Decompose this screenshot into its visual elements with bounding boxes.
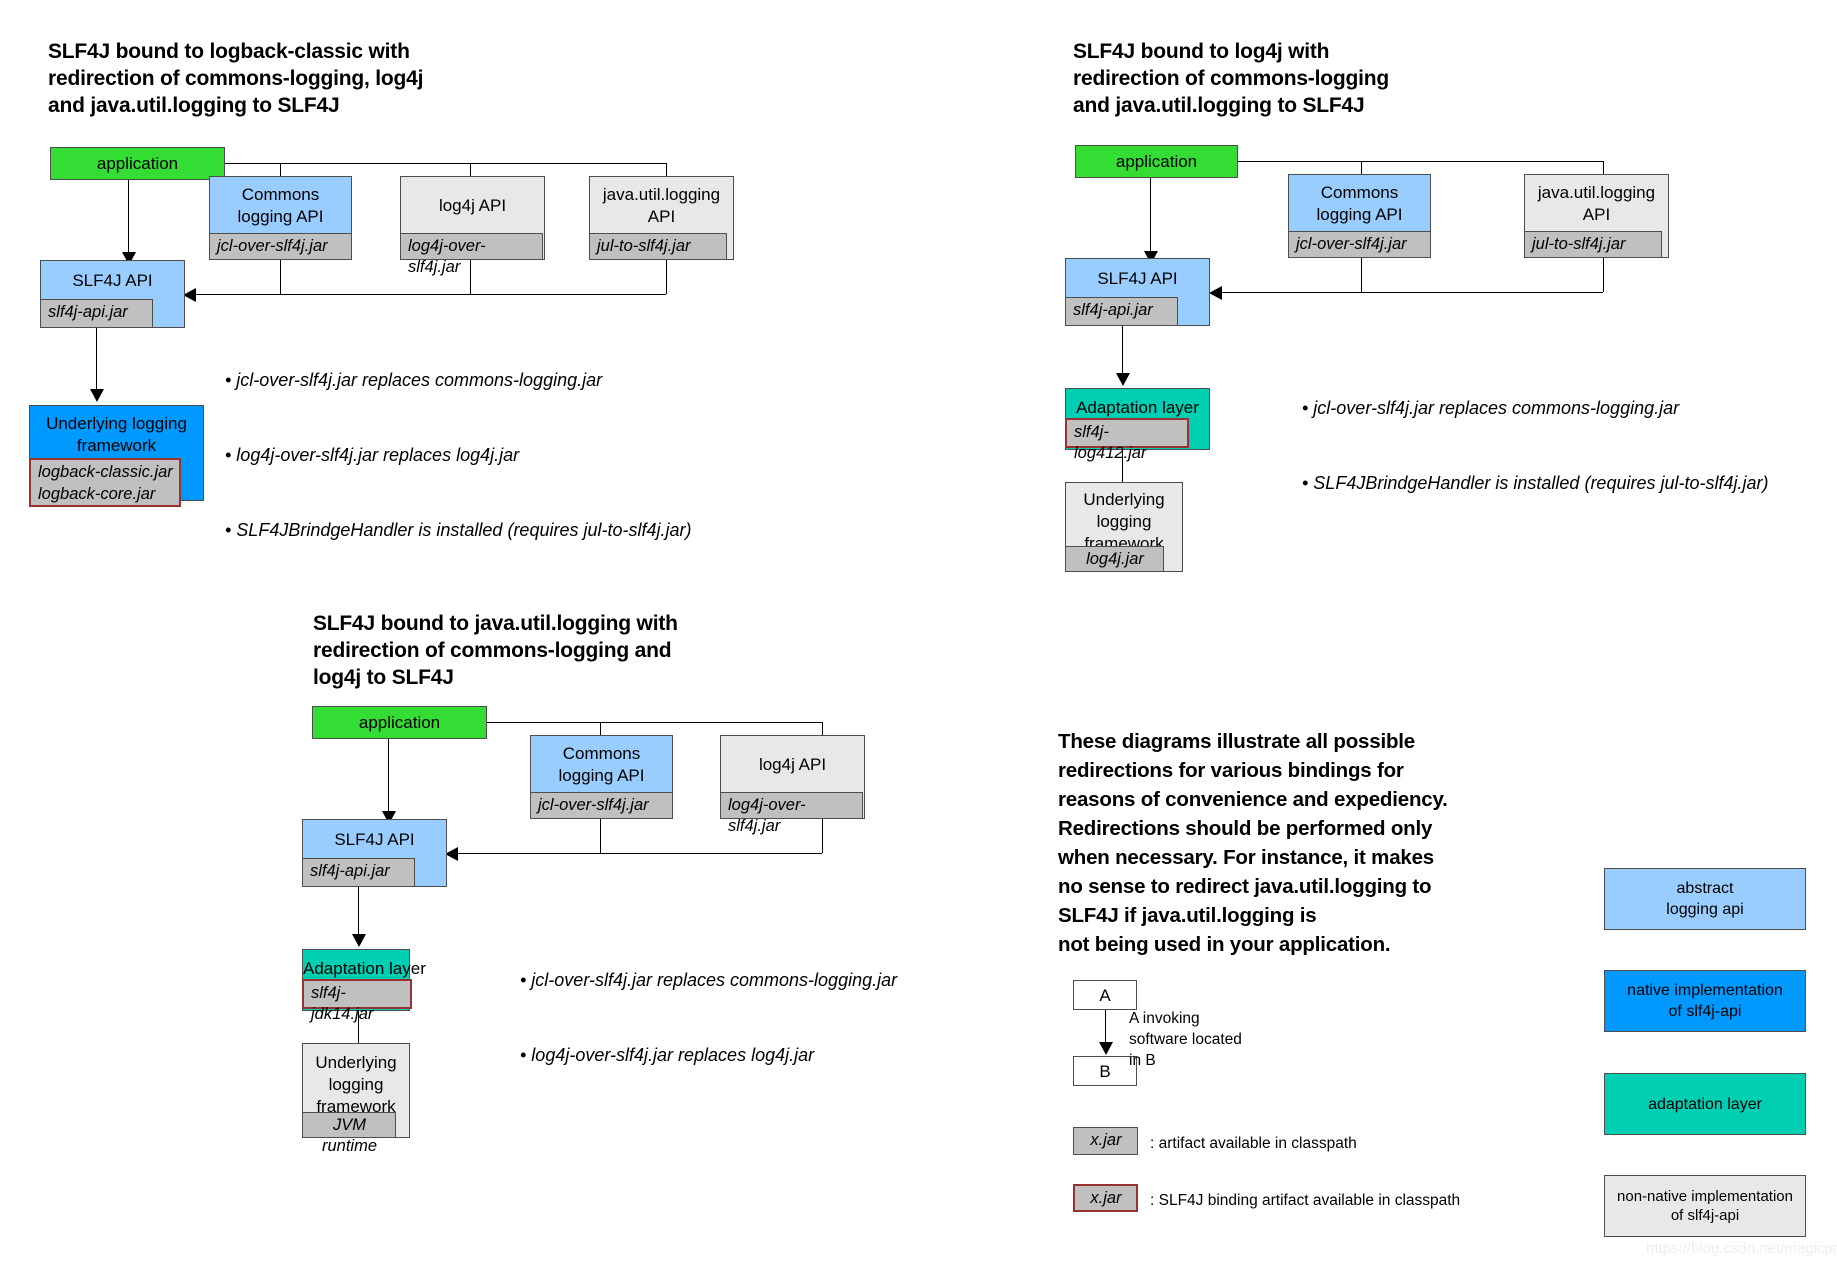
d3-arrow-api-to-adapt [352, 934, 366, 947]
d3-commons-label: Commons logging API [558, 744, 645, 785]
d3-underlying-jar: JVM runtime [302, 1112, 396, 1155]
d2-adaptation-jar: slf4j-log412.jar [1065, 418, 1189, 462]
d3-slf4japi-jar: slf4j-api.jar [302, 858, 415, 887]
diagram-canvas: SLF4J bound to logback-classic with redi… [0, 0, 1837, 1273]
legend-swatch-abstract-api-label: abstract logging api [1666, 880, 1744, 918]
d1-return-bus [196, 294, 666, 295]
d3-adaptation-label: Adaptation layer [303, 959, 426, 978]
d3-application-label: application [358, 713, 441, 732]
legend-swatch-native-impl: native implementation of slf4j-api [1604, 970, 1806, 1032]
d2-bullet-2: • SLF4JBrindgeHandler is installed (requ… [1302, 473, 1769, 493]
d2-commons-return-v [1361, 258, 1362, 292]
legend-box-a-label: A [1099, 986, 1111, 1005]
d1-commons-jar: jcl-over-slf4j.jar [209, 233, 352, 260]
legend-swatch-abstract-api: abstract logging api [1604, 868, 1806, 930]
d2-bullet-1: • jcl-over-slf4j.jar replaces commons-lo… [1302, 398, 1680, 418]
d3-slf4japi-label: SLF4J API [334, 830, 415, 849]
d2-arrow-api-to-adapt [1116, 373, 1130, 386]
legend-invoke-note: A invoking software located in B [1129, 1010, 1242, 1069]
d1-api-to-underlying-line [96, 328, 97, 389]
d2-jul-return-v [1603, 258, 1604, 292]
d3-bullet-1: • jcl-over-slf4j.jar replaces commons-lo… [520, 970, 898, 990]
diagram2-title: SLF4J bound to log4j with redirection of… [1073, 40, 1390, 117]
d2-application-node: application [1075, 145, 1238, 178]
legend-box-a: A [1073, 980, 1137, 1010]
legend-invoke-arrow [1099, 1042, 1113, 1055]
d1-slf4japi-jar: slf4j-api.jar [40, 299, 153, 328]
d1-bullets: • jcl-over-slf4j.jar replaces commons-lo… [225, 318, 692, 593]
legend-jar-plain: x.jar [1073, 1127, 1138, 1155]
d3-api-to-adapt-line [358, 887, 359, 934]
d3-log4japi-label: log4j API [758, 755, 827, 774]
d2-api-to-adapt-line [1122, 326, 1123, 373]
d3-application-node: application [312, 706, 487, 739]
legend-jar-binding-note: : SLF4J binding artifact available in cl… [1150, 1192, 1461, 1209]
legend-box-b-label: B [1099, 1062, 1111, 1081]
legend-invoke-line [1105, 1010, 1106, 1042]
legend-box-b: B [1073, 1056, 1137, 1086]
d1-arrow-api-to-underlying [90, 389, 104, 402]
d1-bullet-3: • SLF4JBrindgeHandler is installed (requ… [225, 520, 692, 540]
d2-arrow-into-api [1209, 286, 1222, 300]
legend-swatch-native-impl-label: native implementation of slf4j-api [1627, 982, 1783, 1020]
d1-bullet-1: • jcl-over-slf4j.jar replaces commons-lo… [225, 370, 603, 390]
d2-slf4japi-jar: slf4j-api.jar [1065, 297, 1178, 326]
d2-adaptation-label: Adaptation layer [1076, 398, 1199, 417]
d1-slf4japi-label: SLF4J API [72, 271, 153, 290]
d1-jul-return-v [666, 260, 667, 294]
d1-commons-label: Commons logging API [237, 185, 324, 226]
d3-log4j-return-v [822, 819, 823, 853]
d1-commons-return-v [280, 260, 281, 294]
d2-jul-jar: jul-to-slf4j.jar [1524, 231, 1662, 258]
d1-jul-jar: jul-to-slf4j.jar [589, 233, 727, 260]
d2-bullets: • jcl-over-slf4j.jar replaces commons-lo… [1302, 346, 1769, 546]
legend-swatch-nonnative-impl: non-native implementation of slf4j-api [1604, 1175, 1806, 1237]
d3-log4japi-jar: log4j-over-slf4j.jar [720, 792, 863, 835]
d2-return-bus [1222, 292, 1603, 293]
diagram3-title: SLF4J bound to java.util.logging with re… [313, 612, 678, 689]
d2-trunk-h [1238, 161, 1604, 162]
d2-commons-jar: jcl-over-slf4j.jar [1288, 231, 1431, 258]
d3-adaptation-jar: slf4j-jdk14.jar [302, 979, 412, 1023]
diagram1-title: SLF4J bound to logback-classic with redi… [48, 40, 424, 117]
d2-underlying-jar: log4j.jar [1065, 546, 1164, 572]
d2-application-label: application [1115, 152, 1198, 171]
d1-app-to-api-line [128, 180, 129, 252]
explanatory-note: These diagrams illustrate all possible r… [1058, 730, 1448, 956]
d3-bullets: • jcl-over-slf4j.jar replaces commons-lo… [520, 918, 897, 1118]
d1-underlying-jar: logback-classic.jar logback-core.jar [29, 458, 181, 507]
d3-underlying-label: Underlying logging framework [315, 1053, 397, 1116]
d1-log4j-return-v [470, 260, 471, 294]
d1-bullet-2: • log4j-over-slf4j.jar replaces log4j.ja… [225, 445, 520, 465]
legend-swatch-adaptation-layer: adaptation layer [1604, 1073, 1806, 1135]
legend-jar-plain-note: : artifact available in classpath [1150, 1135, 1357, 1152]
d2-slf4japi-label: SLF4J API [1097, 269, 1178, 288]
legend-swatch-adaptation-layer-label: adaptation layer [1648, 1095, 1762, 1113]
d3-return-bus [458, 853, 822, 854]
legend-swatch-nonnative-impl-label: non-native implementation of slf4j-api [1617, 1188, 1793, 1224]
d1-log4japi-label: log4j API [438, 196, 507, 215]
watermark-text: https://blog.csdn.net/magicproblem [1646, 1240, 1837, 1257]
d1-trunk-h [225, 163, 667, 164]
d1-application-label: application [96, 154, 179, 173]
d2-commons-label: Commons logging API [1316, 183, 1403, 224]
d2-underlying-label: Underlying logging framework [1083, 490, 1165, 553]
d3-commons-jar: jcl-over-slf4j.jar [530, 792, 673, 819]
d2-jul-label: java.util.logging API [1537, 183, 1656, 224]
d3-bullet-2: • log4j-over-slf4j.jar replaces log4j.ja… [520, 1045, 815, 1065]
d1-underlying-label: Underlying logging framework [46, 414, 187, 455]
d1-log4japi-jar: log4j-over-slf4j.jar [400, 233, 543, 276]
d3-trunk-h [487, 722, 823, 723]
d1-jul-label: java.util.logging API [602, 185, 721, 226]
d3-commons-return-v [600, 819, 601, 853]
d3-app-to-api-line [388, 739, 389, 811]
d1-application-node: application [50, 147, 225, 180]
legend-jar-binding: x.jar [1073, 1184, 1138, 1212]
d2-app-to-api-line [1150, 178, 1151, 251]
